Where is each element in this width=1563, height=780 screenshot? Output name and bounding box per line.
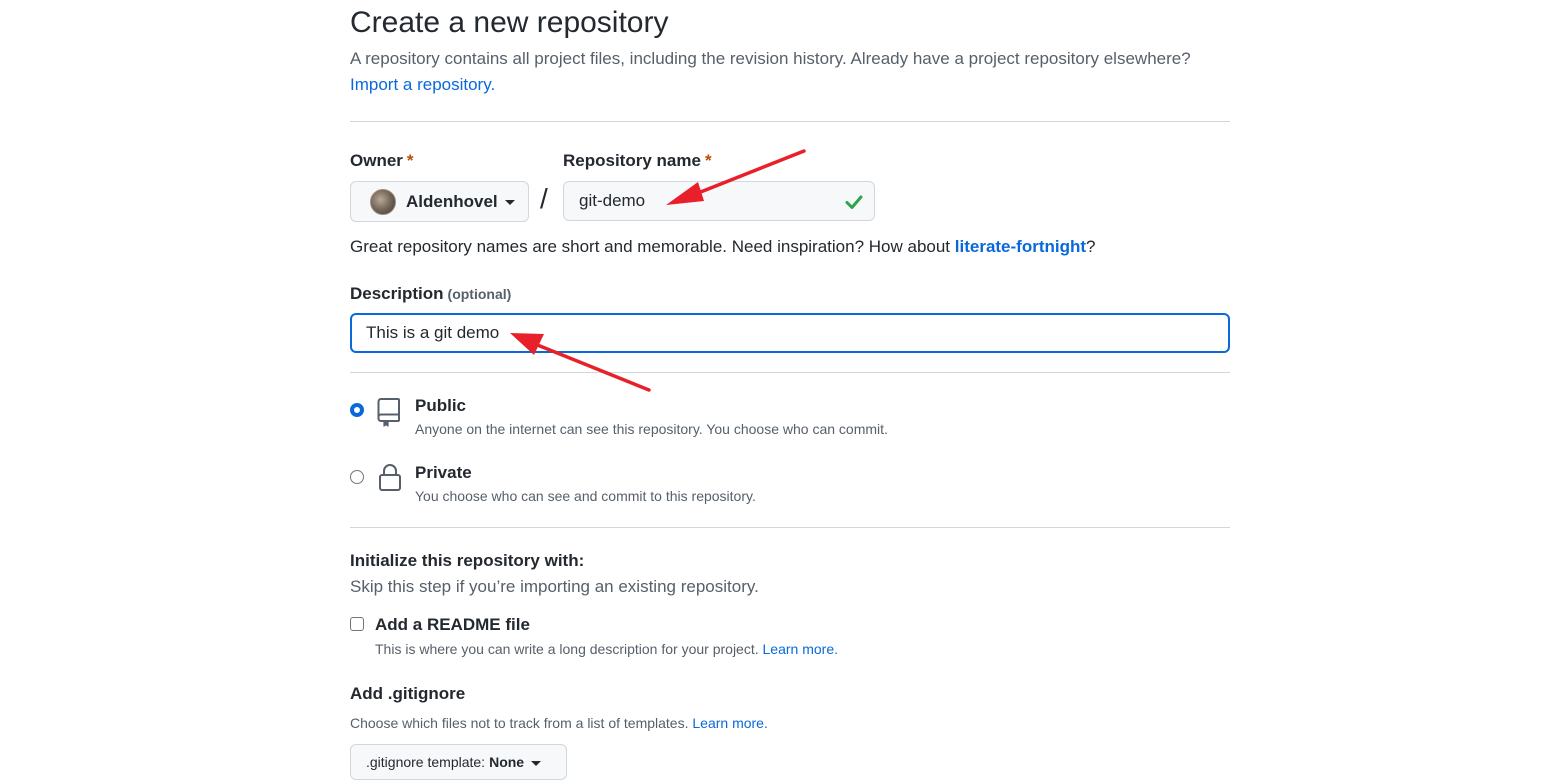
public-radio[interactable] [350,403,364,417]
owner-label-text: Owner [350,151,403,170]
page-title: Create a new repository [350,6,669,39]
public-description: Anyone on the internet can see this repo… [415,421,888,437]
description-value: This is a git demo [366,323,500,342]
chevron-down-icon [504,200,515,205]
description-label: Description (optional) [350,284,511,304]
repo-name-label: Repository name * [563,151,712,171]
repo-icon [377,398,400,427]
initialize-subtitle: Skip this step if you’re importing an ex… [350,577,759,596]
gitignore-desc-text: Choose which files not to track from a l… [350,715,689,731]
divider [350,372,1230,373]
chevron-down-icon [531,760,542,766]
description-label-text: Description [350,284,444,303]
check-icon [845,195,863,209]
owner-label: Owner * [350,151,414,171]
required-mark: * [406,151,414,170]
owner-repo-separator: / [540,183,548,214]
required-mark: * [704,151,712,170]
annotation-overlay [510,149,806,392]
page-subtitle: A repository contains all project files,… [350,49,1191,68]
hint-text: Great repository names are short and mem… [350,237,955,256]
import-repository-link[interactable]: Import a repository. [350,75,495,95]
gitignore-title: Add .gitignore [350,684,466,703]
gitignore-button-prefix: .gitignore template: [366,754,486,770]
private-description: You choose who can see and commit to thi… [415,488,756,504]
initialize-title: Initialize this repository with: [350,551,585,570]
readme-learn-more-link[interactable]: Learn more. [763,641,838,657]
add-readme-label[interactable]: Add a README file [375,615,530,635]
hint-suffix: ? [1086,237,1096,256]
readme-desc-text: This is where you can write a long descr… [375,641,759,657]
readme-description: This is where you can write a long descr… [375,641,838,657]
private-title: Private [415,463,472,482]
divider [350,527,1230,528]
description-input[interactable]: This is a git demo [350,313,1230,353]
optional-tag: (optional) [447,286,512,302]
repo-name-value: git-demo [579,191,646,210]
public-title: Public [415,396,467,415]
repo-name-input[interactable]: git-demo [563,181,875,221]
owner-name: Aldenhovel [406,191,498,211]
owner-dropdown[interactable]: Aldenhovel [350,181,529,222]
gitignore-learn-more-link[interactable]: Learn more. [692,715,767,731]
repo-name-hint: Great repository names are short and mem… [350,237,1096,257]
gitignore-button-value: None [489,754,525,770]
repo-name-label-text: Repository name [563,151,701,170]
add-readme-checkbox[interactable] [350,617,364,631]
avatar [370,188,396,215]
divider [350,121,1230,122]
gitignore-description: Choose which files not to track from a l… [350,715,768,731]
lock-icon [379,464,401,491]
private-radio[interactable] [350,470,364,484]
gitignore-template-dropdown[interactable]: .gitignore template: None [350,744,567,780]
name-suggestion-link[interactable]: literate-fortnight [955,237,1086,256]
